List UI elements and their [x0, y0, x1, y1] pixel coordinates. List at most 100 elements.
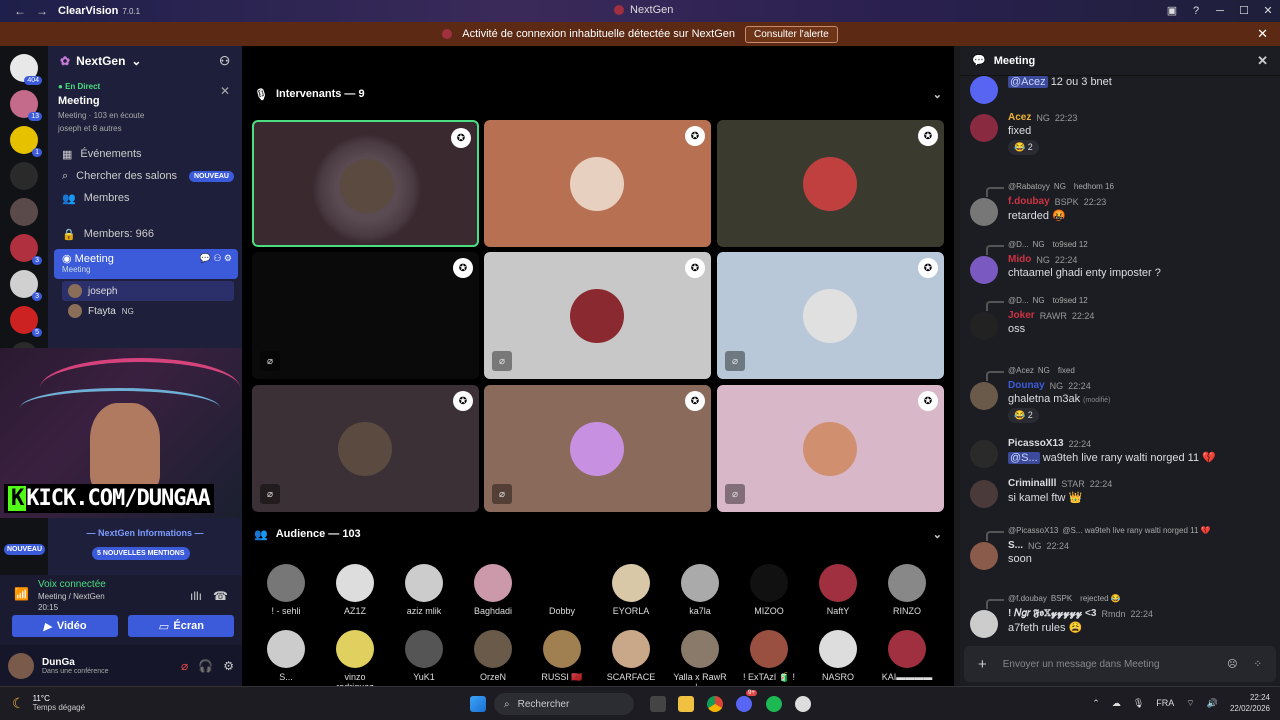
speaker-tile[interactable]: ✪ ⌀ [484, 252, 711, 379]
headphones-icon[interactable]: 🎧 [198, 659, 213, 673]
mentions-badge[interactable]: 5 NOUVELLES MENTIONS [92, 547, 190, 560]
disconnect-icon[interactable]: ☎ [213, 589, 228, 603]
message-author[interactable]: ! 𝑁𝑔𝑟 𝕱𝖔𝕏𝔂𝔂𝔂𝔂𝔂 <3 [1008, 608, 1096, 619]
audience-member[interactable]: OrzeN [463, 630, 523, 682]
spotify-icon[interactable] [766, 696, 782, 712]
message-author[interactable]: f.doubay [1008, 196, 1050, 207]
audience-member[interactable]: EYORLA [601, 564, 661, 616]
message-author[interactable]: Mido [1008, 254, 1031, 265]
message-author[interactable]: PicassoX13 [1008, 438, 1064, 449]
audience-member[interactable]: S... [256, 630, 316, 682]
avatar[interactable] [970, 76, 998, 104]
audience-member[interactable]: RUSSI 🇲🇦 [532, 630, 592, 683]
guild-header[interactable]: ✿ NextGen ⌄ ⚇ [48, 46, 242, 76]
close-icon[interactable]: ✕ [220, 84, 230, 98]
speaker-tile[interactable]: ✪ [252, 120, 479, 247]
members-count[interactable]: 🔒 Members: 966 [48, 223, 242, 245]
reply-preview[interactable]: @D... NG to9sed 12 [982, 240, 1280, 255]
chevron-down-icon[interactable]: ⌄ [933, 528, 942, 541]
file-explorer-icon[interactable] [678, 696, 694, 712]
chevron-down-icon[interactable]: ⌄ [933, 88, 942, 101]
avatar[interactable] [970, 312, 998, 340]
speaker-tile[interactable]: ✪ ⌀ [717, 385, 944, 512]
audience-member[interactable]: YuK1 [394, 630, 454, 682]
back-icon[interactable]: ← [14, 4, 26, 18]
audience-member[interactable]: NaftY [808, 564, 868, 616]
channel-meeting[interactable]: ◉ Meeting Meeting 💬 ⚇ ⚙ [54, 249, 238, 279]
avatar[interactable] [970, 480, 998, 508]
audience-member[interactable]: ka7la [670, 564, 730, 616]
server-icon[interactable]: 1 [10, 126, 42, 157]
message-author[interactable]: Acez [1008, 112, 1031, 123]
gear-icon[interactable]: ⚙ [223, 659, 234, 673]
audience-member[interactable]: SCARFACE [601, 630, 661, 682]
audience-member[interactable]: MIZOO [739, 564, 799, 616]
category-nextgen-info[interactable]: — NextGen Informations — [48, 528, 242, 538]
server-icon[interactable] [10, 198, 38, 226]
video-button[interactable]: ▶ Vidéo [12, 615, 118, 637]
avatar[interactable] [970, 382, 998, 410]
volume-icon[interactable]: 🔊 [1207, 698, 1218, 709]
audience-member[interactable]: aziz mlik [394, 564, 454, 616]
wifi-icon[interactable]: ⌔ [1186, 698, 1194, 709]
voice-channel[interactable]: Meeting / NextGen [38, 592, 234, 601]
avatar[interactable] [8, 652, 34, 679]
avatar[interactable] [970, 610, 998, 638]
close-chat-icon[interactable]: ✕ [1257, 53, 1268, 69]
close-alert-icon[interactable]: ✕ [1257, 26, 1268, 42]
server-icon[interactable]: 404 [10, 54, 42, 85]
taskbar-search[interactable]: ⌕ Rechercher [494, 693, 634, 715]
audience-member[interactable]: ! ExTAzI 🧃 ! [739, 630, 799, 683]
server-icon[interactable]: 13 [10, 90, 42, 121]
message-author[interactable]: Joker [1008, 310, 1035, 321]
forward-icon[interactable]: → [36, 4, 48, 18]
message-input[interactable]: + Envoyer un message dans Meeting ☹ ⁘ [964, 646, 1276, 682]
network-icon[interactable]: ☁ [1112, 698, 1121, 709]
emoji-icon[interactable]: ☹ [1227, 659, 1237, 670]
speaker-tile[interactable]: ✪ [717, 120, 944, 247]
message-author[interactable]: Criminallll [1008, 478, 1056, 489]
view-alert-button[interactable]: Consulter l'alerte [745, 25, 838, 43]
audience-member[interactable]: AZ1Z [325, 564, 385, 616]
reply-preview[interactable]: @f.doubay BSPK rejected 😂 [982, 594, 1280, 609]
sidebar-item[interactable]: 👥 Membres [48, 187, 242, 209]
speaker-tile[interactable]: ✪ ⌀ [252, 252, 479, 379]
reply-preview[interactable]: @Rabatoyy NG hedhom 16 [982, 182, 1280, 197]
message-author[interactable]: S... [1008, 540, 1023, 551]
mention[interactable]: @S... [1008, 452, 1040, 464]
audience-member[interactable]: Dobby [532, 564, 592, 616]
close-window-icon[interactable]: ✕ [1256, 0, 1280, 22]
plus-icon[interactable]: + [978, 656, 987, 673]
maximize-icon[interactable]: ☐ [1232, 0, 1256, 22]
mic-icon[interactable]: 🎙 [1133, 698, 1144, 709]
discord-icon[interactable] [736, 696, 752, 712]
audience-header[interactable]: 👥 Audience — 103 ⌄ [242, 524, 954, 544]
avatar[interactable] [970, 256, 998, 284]
live-stage-card[interactable]: ● En Direct Meeting Meeting · 103 en éco… [48, 76, 242, 139]
obs-icon[interactable] [795, 696, 811, 712]
server-icon[interactable]: 3 [10, 270, 42, 301]
speakers-header[interactable]: 🎙 Intervenants — 9 ⌄ [242, 84, 954, 104]
audience-member[interactable]: vinzo rodriguez [325, 630, 385, 692]
audience-member[interactable]: KAI▬▬▬▬ [877, 630, 937, 682]
avatar[interactable] [970, 440, 998, 468]
reaction[interactable]: 😂 2 [1008, 408, 1039, 423]
reaction[interactable]: 😂 2 [1008, 140, 1039, 155]
language-indicator[interactable]: FRA [1156, 698, 1174, 708]
avatar[interactable] [970, 198, 998, 226]
sidebar-item[interactable]: ▦ Événements [48, 143, 242, 165]
channel-settings-icon[interactable]: 💬 ⚇ ⚙ [200, 253, 232, 264]
task-view-icon[interactable] [650, 696, 666, 712]
audience-member[interactable]: Baghdadi [463, 564, 523, 616]
voice-user[interactable]: joseph [62, 281, 234, 301]
apps-icon[interactable]: ⁘ [1254, 659, 1262, 670]
weather-widget[interactable]: ☾ 11°C Temps dégagé [12, 694, 85, 712]
windows-start-icon[interactable] [470, 696, 486, 712]
speaker-tile[interactable]: ✪ [484, 120, 711, 247]
sidebar-item[interactable]: ⌕ Chercher des salons NOUVEAU [48, 165, 242, 187]
voice-user[interactable]: Ftayta NG [48, 301, 242, 321]
reply-preview[interactable]: @Acez NG fixed [982, 366, 1280, 381]
audience-member[interactable]: ! - sehli [256, 564, 316, 616]
reply-preview[interactable]: @D... NG to9sed 12 [982, 296, 1280, 311]
server-icon[interactable]: 3 [10, 234, 42, 265]
